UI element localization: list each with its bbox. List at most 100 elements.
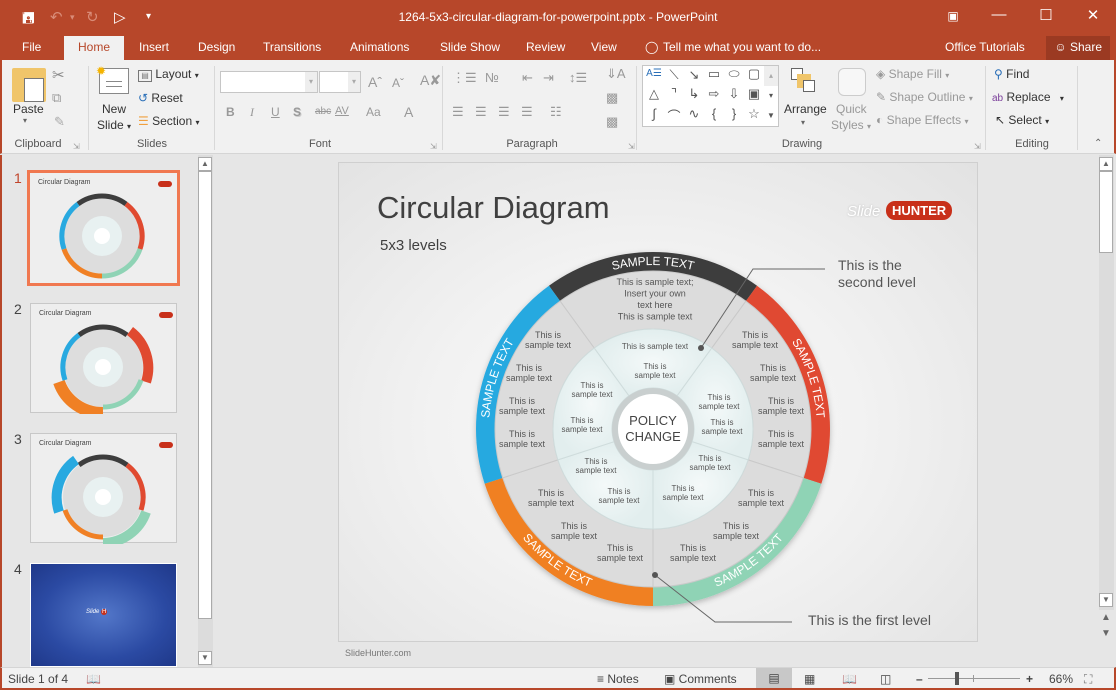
ribbon-display-options-icon[interactable]: ▣ — [938, 9, 968, 23]
thumbnail-slide-3[interactable]: Circular Diagram — [30, 433, 177, 544]
freeform-shape-icon[interactable]: ∫ — [645, 106, 663, 121]
spell-check-icon[interactable]: 📖 — [86, 672, 101, 686]
line-spacing-icon[interactable]: ↕☰ — [569, 70, 587, 86]
share-button[interactable]: ☺ Share — [1046, 36, 1110, 60]
gallery-scroll-down[interactable]: ▾ — [764, 86, 778, 106]
decrease-indent-icon[interactable]: ⇤ — [522, 70, 533, 86]
line-shape-icon[interactable]: ⟍ — [665, 67, 683, 83]
change-case-button[interactable]: Aa — [366, 105, 381, 119]
tab-transitions[interactable]: Transitions — [263, 40, 321, 54]
cut-icon[interactable]: ✂ — [52, 66, 65, 84]
thumbnail-slide-2[interactable]: Circular Diagram — [30, 303, 177, 414]
reading-view-button[interactable]: 📖 — [842, 672, 857, 686]
increase-indent-icon[interactable]: ⇥ — [543, 70, 554, 86]
section-button[interactable]: ☰ Section ▾ — [138, 114, 200, 128]
account-name[interactable]: Office Tutorials — [945, 40, 1025, 54]
quick-styles-button[interactable]: Styles ▾ — [831, 118, 871, 132]
scrollbar-thumb[interactable] — [1099, 171, 1113, 253]
paragraph-launcher-icon[interactable]: ⇲ — [628, 142, 635, 151]
right-brace-shape-icon[interactable]: } — [725, 106, 743, 121]
thumbnail-scrollbar[interactable]: ▲ ▼ — [198, 155, 213, 667]
decrease-font-icon[interactable]: Aˇ — [392, 76, 404, 90]
scroll-down-button[interactable]: ▼ — [1099, 593, 1113, 607]
rectangle-shape-icon[interactable]: ▭ — [705, 66, 723, 82]
quick-styles-label[interactable]: Quick — [836, 102, 867, 116]
bold-button[interactable]: B — [226, 105, 235, 119]
scroll-up-button[interactable]: ▲ — [1099, 157, 1113, 171]
next-slide-icon[interactable]: ▼ — [1101, 628, 1111, 639]
new-slide-icon[interactable]: ✹ — [96, 64, 129, 94]
reset-button[interactable]: ↺ Reset — [138, 91, 183, 105]
elbow-connector-shape-icon[interactable]: ⌝ — [665, 86, 683, 102]
chevron-down-icon[interactable]: ▾ — [305, 72, 317, 92]
rounded-rectangle-shape-icon[interactable]: ▢ — [745, 66, 763, 82]
chevron-down-icon[interactable]: ▾ — [348, 72, 360, 92]
font-launcher-icon[interactable]: ⇲ — [430, 142, 437, 151]
convert-smartart-icon[interactable]: ▩ — [606, 114, 618, 130]
bullets-icon[interactable]: ⋮☰ — [452, 70, 477, 86]
clipboard-launcher-icon[interactable]: ⇲ — [73, 142, 80, 151]
zoom-slider-thumb[interactable] — [954, 672, 959, 685]
quick-styles-icon[interactable] — [838, 68, 866, 96]
zoom-slider-track[interactable] — [928, 678, 1020, 679]
oval-shape-icon[interactable]: ⬭ — [725, 66, 743, 82]
text-shadow-button[interactable]: S — [293, 105, 301, 119]
thumbnail-slide-4[interactable]: Slide H — [30, 563, 177, 667]
maximize-button[interactable]: ☐ — [1031, 6, 1061, 24]
scrollbar-thumb[interactable] — [198, 171, 212, 619]
scroll-down-button[interactable]: ▼ — [198, 651, 212, 665]
justify-icon[interactable]: ☰ — [521, 104, 533, 120]
italic-button[interactable]: I — [250, 105, 254, 120]
copy-icon[interactable]: ⧉ — [52, 90, 61, 106]
new-slide-label[interactable]: New — [102, 102, 126, 116]
callout-second-level[interactable]: This is the second level — [838, 257, 916, 291]
arrange-icon[interactable] — [791, 68, 817, 94]
shape-effects-button[interactable]: ◐ Shape Effects ▾ — [876, 113, 968, 127]
zoom-in-button[interactable]: + — [1026, 672, 1033, 686]
scroll-up-button[interactable]: ▲ — [198, 157, 212, 171]
right-arrow-shape-icon[interactable]: ⇨ — [705, 86, 723, 102]
gallery-scroll-up[interactable]: ▴ — [764, 66, 778, 86]
tab-design[interactable]: Design — [198, 40, 235, 54]
align-center-icon[interactable]: ☰ — [475, 104, 487, 120]
tab-home[interactable]: Home — [64, 36, 125, 60]
tab-slide-show[interactable]: Slide Show — [440, 40, 500, 54]
align-text-icon[interactable]: ▩ — [606, 90, 618, 106]
increase-font-icon[interactable]: Aˆ — [368, 74, 382, 90]
character-spacing-button[interactable]: AV — [335, 105, 349, 117]
slide-sorter-button[interactable]: ▦ — [804, 672, 815, 686]
arrow-line-shape-icon[interactable]: ↘ — [685, 67, 703, 83]
layout-button[interactable]: ▤ Layout ▾ — [138, 67, 199, 82]
elbow-arrow-shape-icon[interactable]: ↳ — [685, 86, 703, 102]
down-arrow-shape-icon[interactable]: ⇩ — [725, 86, 743, 102]
thumbnail-slide-1[interactable]: Circular Diagram — [27, 170, 180, 286]
shape-outline-button[interactable]: ✎ Shape Outline ▾ — [876, 90, 973, 104]
circular-diagram[interactable]: SAMPLE TEXTSAMPLE TEXTSAMPLE TEXTSAMPLE … — [339, 163, 978, 642]
align-right-icon[interactable]: ☰ — [498, 104, 510, 120]
shapes-gallery[interactable]: A☰ ⟍ ↘ ▭ ⬭ ▢ △ ⌝ ↳ ⇨ ⇩ ▣ ∫ ⌒ ∿ { } ☆ ▴ ▾… — [642, 65, 779, 127]
paste-icon[interactable] — [12, 68, 46, 102]
align-left-icon[interactable]: ☰ — [452, 104, 464, 120]
notes-button[interactable]: ≡ Notes — [597, 672, 639, 686]
find-button[interactable]: ⚲ Find — [994, 67, 1029, 81]
clear-formatting-icon[interactable]: A✘ — [420, 72, 441, 89]
underline-button[interactable]: U — [271, 105, 280, 119]
tab-animations[interactable]: Animations — [350, 40, 409, 54]
normal-view-button[interactable]: ▤ — [756, 668, 792, 688]
tab-view[interactable]: View — [591, 40, 617, 54]
shape-fill-button[interactable]: ◈ Shape Fill ▾ — [876, 67, 949, 81]
snip-rectangle-shape-icon[interactable]: ▣ — [745, 86, 763, 102]
format-painter-icon[interactable]: ✎ — [54, 114, 65, 130]
star-shape-icon[interactable]: ☆ — [745, 106, 763, 122]
arrange-dropdown-icon[interactable]: ▾ — [801, 118, 805, 127]
slide-show-button[interactable]: ◫ — [880, 672, 891, 686]
triangle-shape-icon[interactable]: △ — [645, 86, 663, 102]
select-button[interactable]: ↖ Select ▾ — [995, 113, 1049, 127]
comments-button[interactable]: ▣ Comments — [664, 672, 737, 686]
curve-shape-icon[interactable]: ∿ — [685, 106, 703, 122]
paste-dropdown-icon[interactable]: ▾ — [23, 116, 27, 125]
font-color-button[interactable]: A — [404, 104, 413, 120]
zoom-level[interactable]: 66% — [1049, 672, 1073, 686]
drawing-launcher-icon[interactable]: ⇲ — [974, 142, 981, 151]
arrange-button[interactable]: Arrange — [784, 102, 827, 116]
